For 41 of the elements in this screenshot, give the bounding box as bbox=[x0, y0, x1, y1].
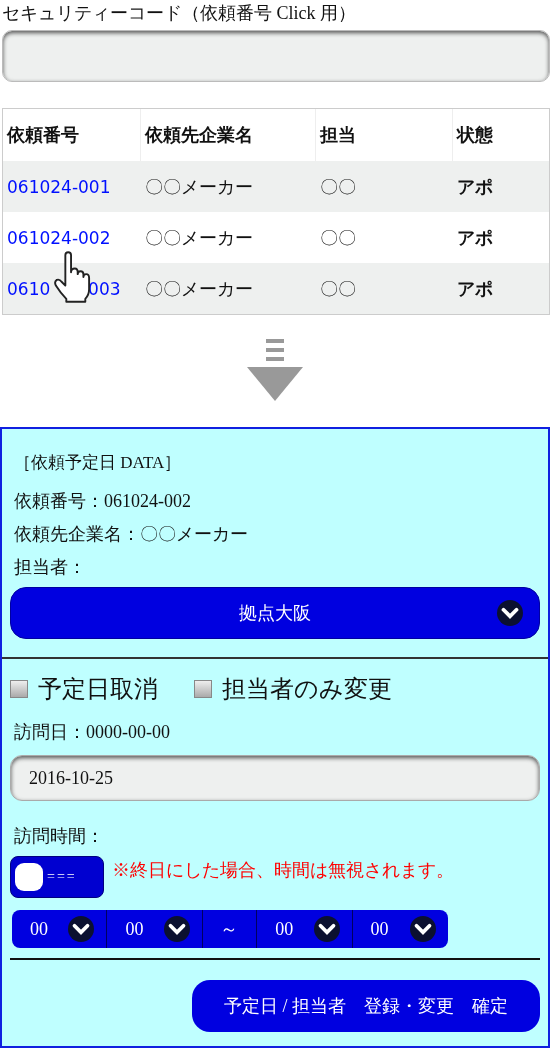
table-cell-text: アポ bbox=[456, 277, 494, 301]
checkbox-option[interactable]: 担当者のみ変更 bbox=[194, 673, 392, 705]
down-arrow-icon bbox=[245, 339, 305, 403]
time-select[interactable]: 00 bbox=[107, 910, 203, 948]
info-text: 担当者： bbox=[14, 556, 87, 579]
request-number-link[interactable]: 0610 003 bbox=[7, 278, 121, 299]
date-field[interactable]: 2016-10-25 bbox=[10, 755, 540, 801]
info-text: 依頼番号：061024-002 bbox=[14, 490, 192, 513]
chevron-down-icon bbox=[497, 600, 523, 626]
submit-button[interactable]: 予定日 / 担当者 登録・変更 確定 bbox=[192, 980, 540, 1032]
checkbox[interactable] bbox=[10, 680, 28, 698]
chevron-down-icon bbox=[313, 916, 340, 942]
request-number-link[interactable]: 061024-001 bbox=[7, 176, 111, 197]
chevron-down-icon bbox=[410, 916, 436, 942]
table-cell-text: 〇〇メーカー bbox=[144, 175, 254, 199]
visit-date-label: 訪問日：0000-00-00 bbox=[14, 721, 171, 744]
table-cell-text: アポ bbox=[456, 226, 494, 250]
table-cell-text: 〇〇メーカー bbox=[144, 277, 254, 301]
table-cell-text: 〇〇 bbox=[319, 277, 357, 301]
visit-time-label: 訪問時間： bbox=[14, 825, 105, 848]
input-field[interactable] bbox=[2, 30, 550, 82]
table-cell-text: 〇〇 bbox=[319, 175, 357, 199]
time-select[interactable]: 00 bbox=[12, 910, 108, 948]
chevron-down-icon bbox=[68, 916, 95, 942]
checkbox-option[interactable]: 予定日取消 bbox=[10, 673, 158, 705]
info-text: 依頼先企業名：〇〇メーカー bbox=[14, 523, 249, 546]
table-cell-text: 〇〇 bbox=[319, 226, 357, 250]
branch-select[interactable]: 拠点大阪 bbox=[10, 587, 540, 639]
column-header: 状態 bbox=[455, 124, 494, 147]
request-number-link[interactable]: 061024-002 bbox=[7, 227, 111, 248]
chevron-down-icon bbox=[163, 916, 190, 942]
panel-heading: ［依頼予定日 DATA］ bbox=[14, 452, 183, 474]
all-day-toggle[interactable]: === bbox=[10, 856, 104, 898]
range-separator: ～ bbox=[220, 918, 239, 941]
checkbox[interactable] bbox=[194, 680, 212, 698]
time-select[interactable]: 00 bbox=[352, 910, 448, 948]
table-cell-text: アポ bbox=[456, 175, 494, 199]
warning-note: ※終日にした場合、時間は無視されます。 bbox=[112, 859, 454, 882]
table-cell-text: 〇〇メーカー bbox=[144, 226, 254, 250]
field-label: セキュリティーコード（依頼番号 Click 用） bbox=[1, 2, 357, 25]
time-select[interactable]: 00 bbox=[257, 910, 353, 948]
